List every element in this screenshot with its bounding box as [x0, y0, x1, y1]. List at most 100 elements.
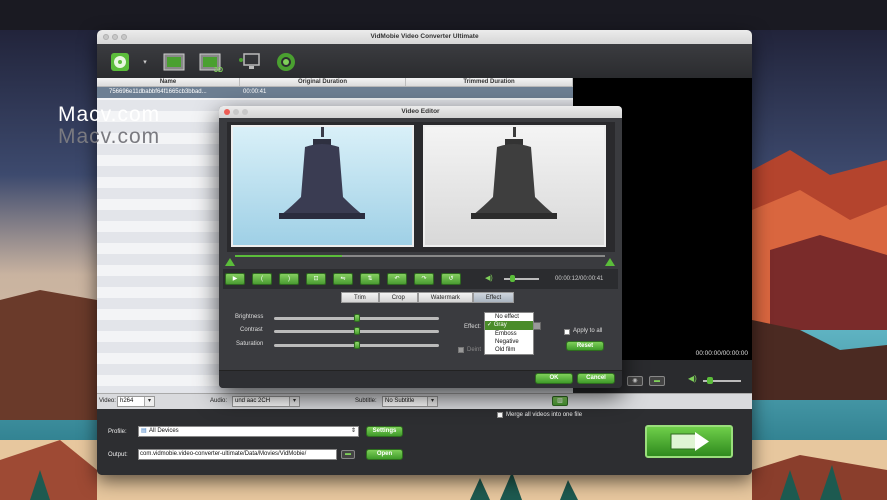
output-label: Output:: [108, 452, 128, 458]
trash-icon: ▥: [557, 398, 563, 404]
saturation-slider[interactable]: [274, 341, 439, 349]
contrast-label: Contrast: [240, 327, 263, 333]
minimize-window-button[interactable]: [112, 34, 118, 40]
crop-button[interactable]: ⊡: [306, 273, 326, 285]
rotate-right-icon: ↷: [421, 276, 427, 282]
set-start-button[interactable]: (: [252, 273, 272, 285]
set-end-button[interactable]: ): [279, 273, 299, 285]
subtitle-select[interactable]: No Subtitle: [382, 396, 438, 407]
effect-option-selected[interactable]: ✓ Gray: [485, 321, 533, 330]
merge-label: Merge all videos into one file: [506, 412, 583, 418]
watermark-text: Macv.com: [58, 103, 161, 126]
editor-volume-knob[interactable]: [510, 275, 515, 282]
effect-option[interactable]: Emboss: [485, 330, 533, 338]
timeline-track[interactable]: [235, 255, 605, 257]
effect-preview-video: [423, 125, 606, 247]
effect-label: Effect:: [464, 324, 481, 330]
video-select[interactable]: h264: [117, 396, 155, 407]
rotate-right-button[interactable]: ↷: [414, 273, 434, 285]
volume-slider[interactable]: [703, 377, 741, 384]
effect-option[interactable]: No effect: [485, 313, 533, 321]
trim-end-marker[interactable]: [605, 258, 615, 266]
main-toolbar: ▾ 3D: [97, 44, 752, 80]
brightness-knob[interactable]: [353, 314, 360, 322]
stream-bar: Video: h264 Audio: und aac 2CH Subtitle:…: [97, 393, 752, 409]
dropdown-arrow-icon[interactable]: ▾: [141, 50, 149, 74]
settings-ring-icon: [277, 53, 295, 71]
add-file-button[interactable]: [107, 50, 133, 74]
bracket-left-icon: (: [261, 276, 263, 282]
tab-effect[interactable]: Effect: [472, 292, 515, 303]
play-button[interactable]: ▶: [225, 273, 245, 285]
volume-knob[interactable]: [707, 377, 713, 384]
screen-record-button[interactable]: [237, 50, 263, 74]
flip-horizontal-button[interactable]: ⇋: [333, 273, 353, 285]
editor-volume-slider[interactable]: [504, 275, 539, 282]
settings-ring-button[interactable]: [273, 50, 299, 74]
column-trimmed-duration[interactable]: Trimmed Duration: [406, 78, 573, 86]
tab-crop[interactable]: Crop: [378, 292, 418, 303]
undo-button[interactable]: ↺: [441, 273, 461, 285]
zoom-window-button[interactable]: [121, 34, 127, 40]
3d-button[interactable]: 3D: [197, 50, 223, 74]
editor-time: 00:00:12/00:00:41: [555, 276, 604, 282]
edit-video-icon: [163, 53, 185, 71]
3d-label: 3D: [214, 67, 223, 74]
row-name: 756696e11dbabbf64f1665cb3bbad...: [109, 89, 207, 95]
volume-icon: ◀): [485, 275, 493, 282]
saturation-knob[interactable]: [353, 341, 360, 349]
apply-all-checkbox[interactable]: [564, 329, 570, 335]
zoom-dialog-button[interactable]: [242, 109, 248, 115]
snapshot-button[interactable]: ◉: [627, 376, 643, 386]
cancel-button[interactable]: Cancel: [577, 373, 615, 384]
edit-video-button[interactable]: [161, 50, 187, 74]
profile-value: All Devices: [149, 428, 179, 434]
bell-image: [279, 127, 365, 219]
saturation-label: Saturation: [236, 341, 264, 347]
contrast-slider[interactable]: [274, 327, 439, 335]
open-button[interactable]: Open: [366, 449, 403, 460]
reset-button[interactable]: Reset: [566, 341, 604, 351]
folder-icon: ▬: [654, 378, 660, 384]
minimize-dialog-button[interactable]: [233, 109, 239, 115]
volume-icon: ◀): [688, 374, 697, 383]
contrast-knob[interactable]: [353, 327, 360, 335]
effect-dropdown[interactable]: No effect ✓ Gray Emboss Negative Old fil…: [484, 312, 534, 356]
open-folder-button[interactable]: ▬: [649, 376, 665, 386]
settings-button[interactable]: Settings: [366, 426, 403, 437]
row-original-duration: 00:00:41: [243, 89, 267, 95]
window-title: VidMobie Video Converter Ultimate: [370, 33, 479, 40]
deinterlace-checkbox[interactable]: [458, 347, 464, 353]
table-row[interactable]: 756696e11dbabbf64f1665cb3bbad... 00:00:4…: [97, 87, 573, 98]
brightness-slider[interactable]: [274, 314, 439, 322]
convert-button[interactable]: [645, 425, 733, 458]
profile-select[interactable]: ▤ All Devices ⇕: [138, 426, 359, 437]
ok-button[interactable]: OK: [535, 373, 573, 384]
deinterlace-label: Deint: [467, 347, 482, 353]
effect-select-arrow[interactable]: [533, 322, 541, 330]
row-trimmed-duration: [406, 87, 573, 98]
video-editor-dialog: Video Editor ▶ ( ) ⊡ ⇋ ⇅ ↶ ↷ ↺ ◀) 00:00:…: [219, 106, 622, 388]
audio-select[interactable]: und aac 2CH: [232, 396, 300, 407]
dialog-titlebar: Video Editor: [219, 106, 622, 118]
output-path-field[interactable]: com.vidmobie.video-converter-ultimate/Da…: [138, 449, 337, 460]
window-titlebar: VidMobie Video Converter Ultimate: [97, 30, 752, 44]
browse-folder-button[interactable]: ▬: [341, 450, 355, 459]
column-original-duration[interactable]: Original Duration: [240, 78, 406, 86]
subtitle-label: Subtitle:: [355, 398, 377, 404]
flip-vertical-button[interactable]: ⇅: [360, 273, 380, 285]
trim-start-marker[interactable]: [225, 258, 235, 266]
editor-tabs: Trim Crop Watermark Effect: [341, 292, 515, 303]
delete-button[interactable]: ▥: [552, 396, 568, 406]
close-window-button[interactable]: [103, 34, 109, 40]
effect-option[interactable]: Old film: [485, 346, 533, 354]
column-name[interactable]: Name: [97, 78, 240, 86]
close-dialog-button[interactable]: [224, 109, 230, 115]
tab-watermark[interactable]: Watermark: [417, 292, 473, 303]
tab-trim[interactable]: Trim: [341, 292, 379, 303]
device-icon: ▤: [141, 428, 147, 434]
merge-checkbox[interactable]: [497, 412, 503, 418]
rotate-left-button[interactable]: ↶: [387, 273, 407, 285]
effect-option[interactable]: Negative: [485, 338, 533, 346]
bell-gray-image: [471, 127, 557, 219]
